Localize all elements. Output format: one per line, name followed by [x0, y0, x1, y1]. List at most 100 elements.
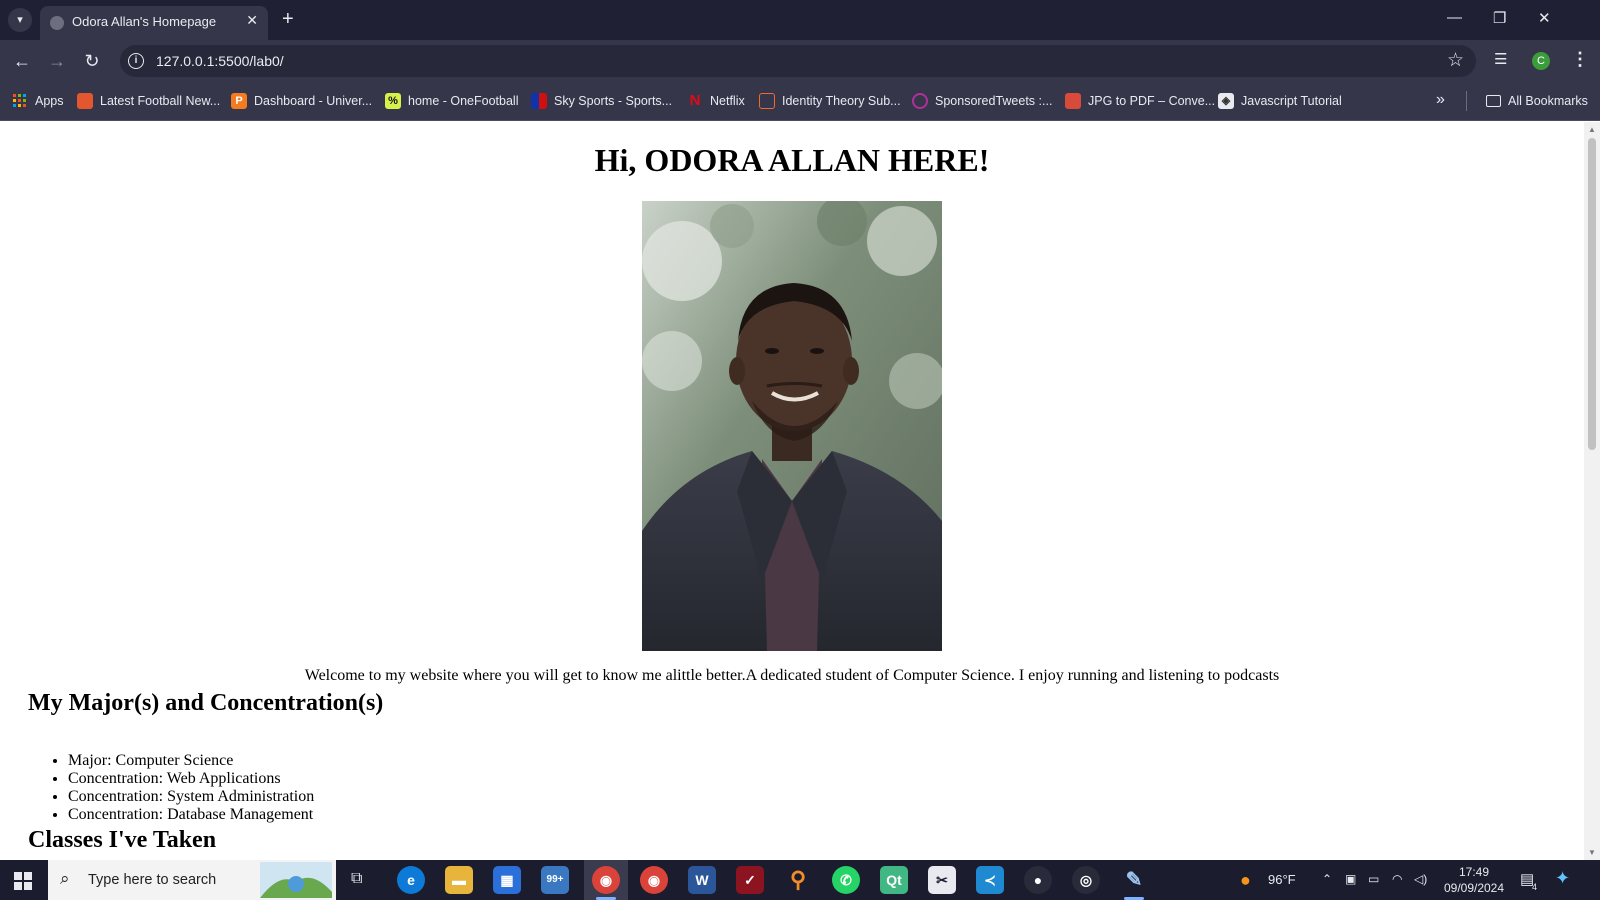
bookmark-label: Identity Theory Sub... — [782, 94, 901, 108]
javascript-tutorial-icon: ◈ — [1218, 93, 1234, 109]
list-item: Major: Computer Science — [68, 752, 314, 770]
word-icon[interactable]: W — [688, 866, 716, 894]
notification-count: 4 — [1532, 882, 1538, 892]
search-placeholder: Type here to search — [88, 872, 217, 888]
media-controls-icon[interactable]: ☰ — [1494, 50, 1507, 68]
wifi-icon[interactable]: ◠ — [1392, 872, 1402, 886]
list-item: Concentration: Database Management — [68, 806, 314, 824]
all-bookmarks-button[interactable]: All Bookmarks — [1486, 92, 1588, 110]
bookmark-star-icon[interactable]: ☆ — [1447, 49, 1464, 72]
list-item: Concentration: Web Applications — [68, 770, 314, 788]
page-heading: Hi, ODORA ALLAN HERE! — [594, 142, 990, 178]
jpg-pdf-icon — [1065, 93, 1081, 109]
identity-theory-icon — [759, 93, 775, 109]
bookmark-javascript-tutorial[interactable]: ◈ Javascript Tutorial — [1218, 92, 1342, 110]
classes-heading: Classes I've Taken — [28, 827, 217, 853]
scroll-up-icon[interactable]: ▲ — [1588, 125, 1596, 134]
chrome-icon[interactable]: ◉ — [592, 866, 620, 894]
url-text[interactable]: 127.0.0.1:5500/lab0/ — [156, 53, 284, 69]
more-menu-icon[interactable]: ⋮ — [1571, 49, 1589, 70]
page-scrollbar[interactable]: ▲ ▼ — [1584, 122, 1600, 860]
windows-taskbar: ⌕ Type here to search ⧉ e ▬ ▦ 99+ ◉ ◉ W … — [0, 860, 1600, 900]
dashboard-p-icon: P — [231, 93, 247, 109]
paint-icon[interactable]: ✎ — [1120, 866, 1148, 894]
site-info-icon[interactable]: i — [128, 53, 144, 69]
whatsapp-icon[interactable]: ✆ — [832, 866, 860, 894]
scroll-down-icon[interactable]: ▼ — [1588, 848, 1596, 857]
tab-search-button[interactable]: ▾ — [8, 8, 32, 32]
kaspersky-icon[interactable]: ✓ — [736, 866, 764, 894]
capcut-icon[interactable]: ✂ — [928, 866, 956, 894]
address-bar[interactable]: i 127.0.0.1:5500/lab0/ ☆ — [120, 45, 1476, 77]
active-tab[interactable]: Odora Allan's Homepage ✕ — [40, 6, 268, 40]
chrome-profile-icon[interactable]: ◉ — [640, 866, 668, 894]
battery-icon[interactable]: ▭ — [1368, 872, 1379, 886]
new-tab-button[interactable]: + — [282, 8, 294, 30]
bookmark-label: Netflix — [710, 94, 745, 108]
bookmark-label: Apps — [35, 94, 64, 108]
meet-now-icon[interactable]: ▣ — [1345, 872, 1356, 886]
search-app-icon[interactable]: ⚲ — [784, 866, 812, 894]
weather-sun-icon[interactable]: ● — [1240, 870, 1251, 891]
bookmark-label: SponsoredTweets :... — [935, 94, 1053, 108]
vscode-icon[interactable]: ≺ — [976, 866, 1004, 894]
bookmark-identity-theory[interactable]: Identity Theory Sub... — [759, 92, 901, 110]
globe-icon — [50, 16, 64, 30]
bookmark-label: home - OneFootball — [408, 94, 519, 108]
bookmark-netflix[interactable]: N Netflix — [687, 92, 745, 110]
copilot-icon[interactable]: ✦ — [1555, 868, 1570, 889]
file-explorer-icon[interactable]: ▬ — [445, 866, 473, 894]
tab-title: Odora Allan's Homepage — [72, 14, 217, 29]
football-news-icon — [77, 93, 93, 109]
folder-icon — [1486, 95, 1501, 107]
bookmark-sponsoredtweets[interactable]: SponsoredTweets :... — [912, 92, 1052, 110]
mail-icon[interactable]: 99+ — [541, 866, 569, 894]
sponsoredtweets-icon — [912, 93, 928, 109]
profile-photo — [642, 201, 942, 651]
browser-toolbar: ← → ↻ i 127.0.0.1:5500/lab0/ ☆ ☰ C ⋮ — [0, 40, 1600, 81]
clock-time: 17:49 — [1458, 865, 1490, 879]
bookmark-onefootball[interactable]: % home - OneFootball — [385, 92, 518, 110]
bookmark-label: Dashboard - Univer... — [254, 94, 373, 108]
close-window-icon[interactable]: ✕ — [1538, 9, 1551, 27]
majors-list: Major: Computer Science Concentration: W… — [68, 752, 314, 824]
reload-icon[interactable]: ↻ — [80, 49, 104, 73]
page-viewport: Hi, ODORA ALLAN HERE! Welcome to my webs… — [0, 122, 1584, 860]
microsoft-store-icon[interactable]: ▦ — [493, 866, 521, 894]
bookmark-latest-football[interactable]: Latest Football New... — [77, 92, 220, 110]
close-tab-icon[interactable]: ✕ — [246, 12, 258, 29]
mail-badge: 99+ — [546, 874, 564, 885]
bookmark-apps[interactable]: Apps — [12, 92, 64, 110]
windows-start-icon[interactable] — [14, 872, 32, 890]
system-clock[interactable]: 17:49 09/09/2024 — [1438, 864, 1510, 896]
edge-icon[interactable]: e — [397, 866, 425, 894]
more-bookmarks-chevron-icon[interactable]: » — [1436, 91, 1445, 109]
clock-date: 09/09/2024 — [1443, 881, 1505, 895]
search-icon: ⌕ — [60, 869, 70, 888]
taskbar-search-box[interactable]: ⌕ Type here to search — [48, 860, 336, 900]
bookmark-jpg-to-pdf[interactable]: JPG to PDF – Conve... — [1065, 92, 1215, 110]
obs-icon[interactable]: ◎ — [1072, 866, 1100, 894]
bookmark-label: JPG to PDF – Conve... — [1088, 94, 1216, 108]
show-hidden-icons-chevron-icon[interactable]: ⌃ — [1322, 872, 1332, 886]
scrollbar-thumb[interactable] — [1588, 138, 1596, 450]
profile-avatar[interactable]: C — [1532, 52, 1550, 70]
task-view-icon[interactable]: ⧉ — [351, 870, 362, 888]
minimize-icon[interactable]: — — [1447, 9, 1462, 26]
github-desktop-icon[interactable]: ● — [1024, 866, 1052, 894]
qt-icon[interactable]: Qt — [880, 866, 908, 894]
welcome-text: Welcome to my website where you will get… — [304, 667, 1280, 684]
forward-arrow-icon[interactable]: → — [45, 49, 69, 73]
back-arrow-icon[interactable]: ← — [10, 49, 34, 73]
bookmark-dashboard[interactable]: P Dashboard - Univer... — [231, 92, 372, 110]
bookmark-sky-sports[interactable]: Sky Sports - Sports... — [531, 92, 672, 110]
browser-tab-strip: ▾ Odora Allan's Homepage ✕ + — ❐ ✕ — [0, 0, 1600, 40]
onefootball-icon: % — [385, 93, 401, 109]
weather-temperature[interactable]: 96°F — [1268, 872, 1296, 887]
netflix-icon: N — [689, 92, 701, 109]
bookmarks-bar: Apps Latest Football New... P Dashboard … — [0, 81, 1600, 121]
restore-icon[interactable]: ❐ — [1493, 9, 1506, 27]
search-highlight-illustration-icon — [260, 862, 332, 898]
majors-heading: My Major(s) and Concentration(s) — [28, 690, 384, 716]
volume-icon[interactable]: ◁) — [1414, 872, 1427, 886]
